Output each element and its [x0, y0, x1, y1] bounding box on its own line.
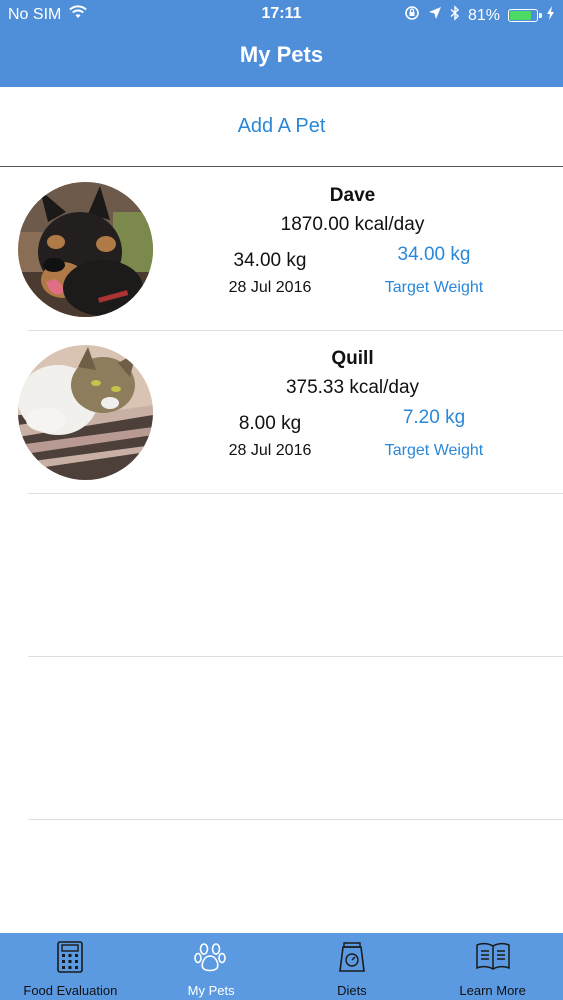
target-weight-label[interactable]: Target Weight [360, 442, 508, 460]
pet-weight: 34.00 kg [233, 250, 307, 271]
battery-percent: 81% [467, 6, 500, 24]
pet-name: Dave [329, 185, 376, 206]
tab-my-pets[interactable]: My Pets [141, 933, 282, 1000]
paw-icon [194, 943, 226, 972]
empty-row [0, 657, 563, 820]
battery-icon [508, 9, 542, 22]
row-divider [28, 819, 563, 820]
pet-list: Dave 1870.00 kcal/day 34.00 kg 34.00 kg … [0, 168, 563, 820]
tab-label: Food Evaluation [23, 983, 118, 998]
add-pet-button[interactable]: Add A Pet [0, 87, 563, 167]
tab-diets[interactable]: Diets [282, 933, 423, 1000]
pet-row-dave[interactable]: Dave 1870.00 kcal/day 34.00 kg 34.00 kg … [0, 168, 563, 331]
charging-bolt-icon [546, 6, 555, 25]
book-icon [475, 942, 510, 970]
status-bar: No SIM 17:11 81% [0, 0, 563, 30]
bluetooth-icon [450, 5, 460, 26]
orientation-lock-icon [404, 5, 420, 26]
pet-weight: 8.00 kg [238, 413, 302, 434]
tab-label: Learn More [459, 983, 526, 998]
pet-kcal: 1870.00 kcal/day [280, 214, 425, 235]
pet-target-weight[interactable]: 7.20 kg [370, 407, 498, 429]
tab-learn-more[interactable]: Learn More [422, 933, 563, 1000]
pet-name: Quill [331, 348, 374, 369]
tab-bar: Food Evaluation My Pets Diets Learn More [0, 933, 563, 1000]
tab-food-evaluation[interactable]: Food Evaluation [0, 933, 141, 1000]
page-title: My Pets [239, 42, 324, 67]
tab-label: My Pets [187, 983, 235, 998]
pet-date: 28 Jul 2016 [228, 442, 312, 459]
pet-target-weight[interactable]: 34.00 kg [370, 244, 498, 266]
pet-kcal: 375.33 kcal/day [285, 377, 420, 398]
pet-row-quill[interactable]: Quill 375.33 kcal/day 8.00 kg 7.20 kg 28… [0, 331, 563, 494]
food-bag-icon [338, 942, 365, 972]
dog-photo [18, 182, 153, 317]
pet-date: 28 Jul 2016 [228, 279, 312, 296]
tab-label: Diets [337, 983, 367, 998]
cat-photo [18, 345, 153, 480]
nav-header: No SIM 17:11 81% My Pets [0, 0, 563, 87]
target-weight-label[interactable]: Target Weight [360, 279, 508, 297]
calculator-icon [57, 941, 84, 973]
location-arrow-icon [428, 6, 442, 25]
empty-row [0, 494, 563, 657]
